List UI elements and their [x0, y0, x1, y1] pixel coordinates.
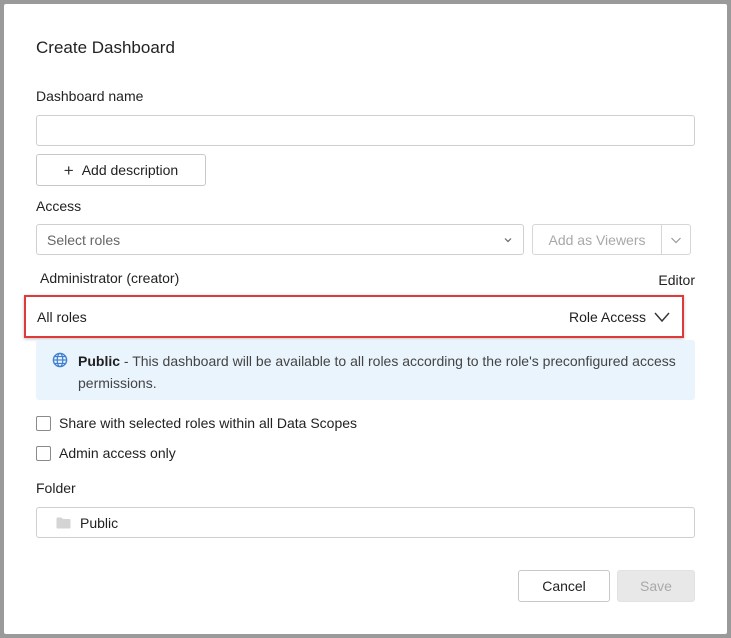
all-roles-row: All roles Role Access: [24, 295, 684, 338]
folder-label: Folder: [36, 480, 76, 496]
select-roles-dropdown[interactable]: Select roles: [36, 224, 524, 255]
creator-name: Administrator (creator): [40, 270, 180, 286]
share-data-scopes-checkbox[interactable]: [36, 415, 51, 431]
chevron-down-icon: [671, 237, 681, 243]
dashboard-name-label: Dashboard name: [36, 88, 144, 104]
admin-access-label: Admin access only: [59, 445, 176, 461]
add-as-viewers-split-button: Add as Viewers: [532, 224, 691, 255]
folder-icon: [56, 517, 71, 528]
add-description-button[interactable]: + Add description: [36, 154, 206, 186]
dashboard-name-input[interactable]: [36, 115, 695, 146]
info-text: - This dashboard will be available to al…: [78, 353, 676, 391]
admin-access-checkbox[interactable]: [36, 445, 51, 461]
role-access-label: Role Access: [568, 308, 646, 325]
add-as-viewers-button[interactable]: Add as Viewers: [533, 225, 662, 254]
share-data-scopes-label: Share with selected roles within all Dat…: [59, 415, 358, 431]
role-access-dropdown[interactable]: Role Access: [569, 309, 670, 325]
creator-role: Editor: [658, 272, 695, 288]
cancel-button[interactable]: Cancel: [518, 570, 610, 602]
globe-icon: [52, 352, 68, 368]
info-title: Public: [78, 353, 121, 369]
share-data-scopes-option[interactable]: Share with selected roles within all Dat…: [36, 415, 357, 431]
folder-value: Public: [80, 514, 119, 531]
all-roles-label: All roles: [37, 308, 87, 325]
add-description-label: Add description: [81, 162, 179, 178]
folder-selector[interactable]: Public: [36, 507, 695, 538]
chevron-down-icon: [654, 312, 670, 322]
add-as-viewers-dropdown[interactable]: [662, 225, 690, 254]
admin-access-option[interactable]: Admin access only: [36, 445, 176, 461]
access-label: Access: [36, 198, 82, 214]
plus-icon: +: [63, 160, 74, 180]
create-dashboard-dialog: Create Dashboard Dashboard name + Add de…: [4, 4, 727, 634]
save-button[interactable]: Save: [617, 570, 695, 602]
public-info-banner: Public - This dashboard will be availabl…: [36, 340, 695, 400]
dialog-title: Create Dashboard: [36, 38, 175, 57]
select-roles-placeholder: Select roles: [47, 231, 121, 248]
chevron-down-icon: [504, 237, 512, 242]
